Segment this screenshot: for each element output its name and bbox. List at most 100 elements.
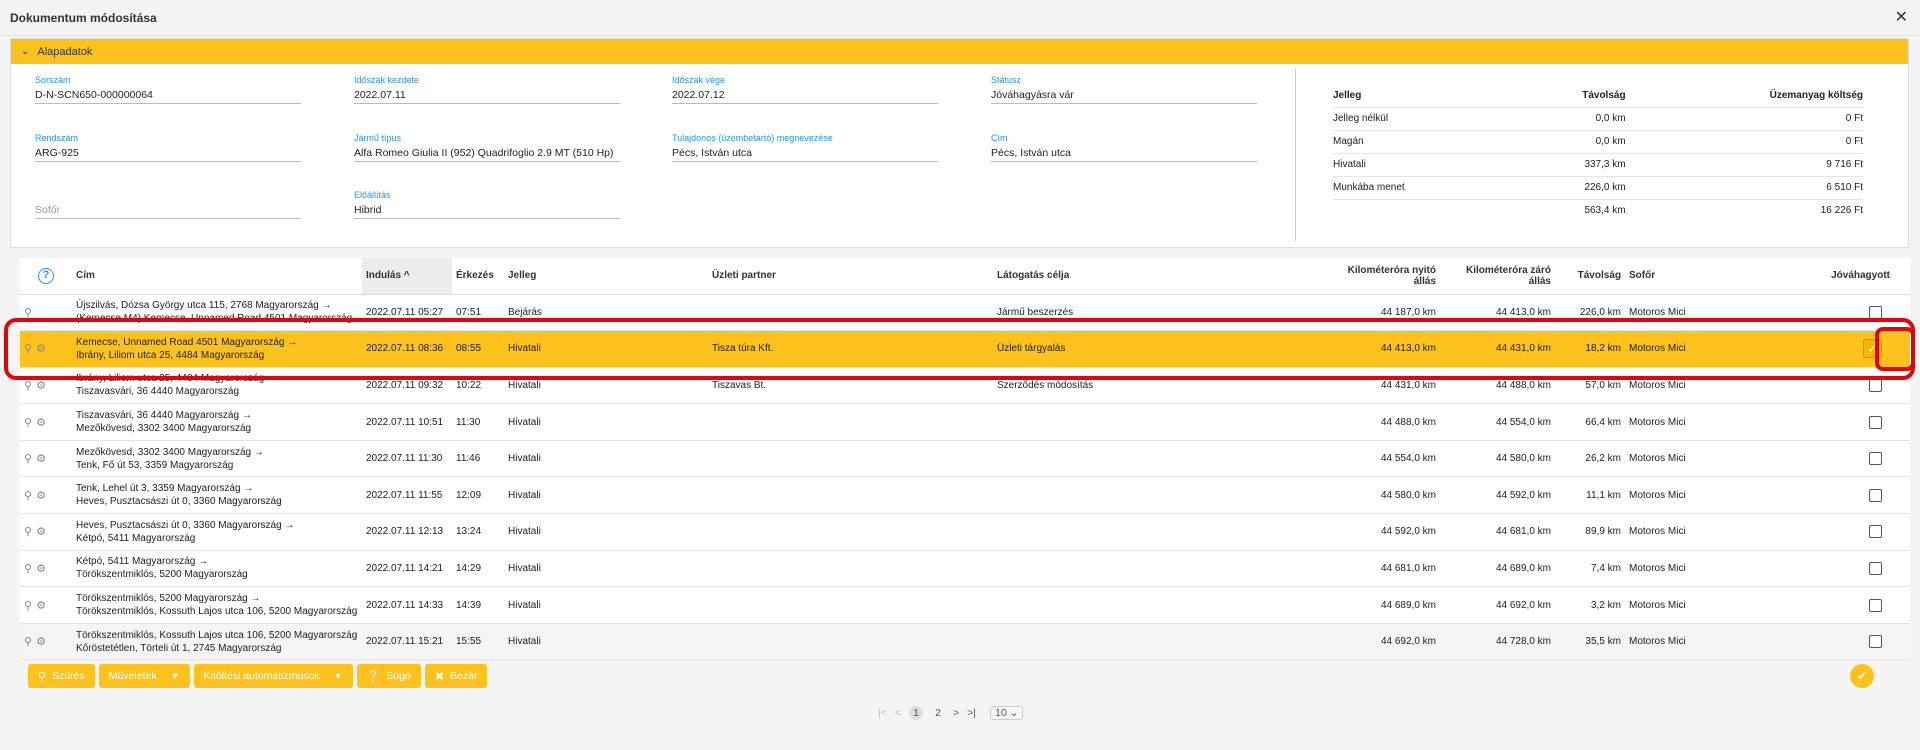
col-type[interactable]: Jelleg [504,258,708,295]
map-pin-icon[interactable]: ⚲ [24,417,32,429]
col-distance[interactable]: Távolság [1555,258,1625,295]
actions-button[interactable]: Műveletek ▼ [98,664,190,688]
map-pin-icon[interactable]: ⚲ [24,343,32,355]
owner-value[interactable]: Pécs, István utca [672,145,938,162]
table-row[interactable]: ⚲ ⚙ Kemecse, Unnamed Road 4501 Magyarorszá… [20,330,1910,368]
odo-close-cell: 44 580,0 km [1440,440,1555,478]
period-start-field[interactable]: Időszak kezdete 2022.07.11 [354,75,620,104]
summary-cell: 9 716 Ft [1625,152,1863,176]
next-page-icon[interactable]: > [953,707,959,719]
map-pin-icon[interactable]: ⚲ [24,636,32,648]
approved-checkbox[interactable] [1869,305,1882,319]
approved-checkbox[interactable] [1869,415,1882,429]
page-size-select[interactable]: 10 ⌄ [990,706,1024,720]
map-pin-icon[interactable]: ⚲ [24,453,32,465]
chevron-down-icon: ▼ [170,671,180,681]
col-start[interactable]: Indulás ^ [362,258,452,295]
gear-icon[interactable]: ⚙ [36,490,46,502]
address-value[interactable]: Pécs, István utca [991,145,1257,162]
driver-field[interactable]: Sofőr [35,190,301,219]
status-field[interactable]: Státusz Jóváhagyásra vár [991,75,1257,104]
gear-icon[interactable]: ⚙ [36,453,46,465]
vehicle-type-value[interactable]: Alfa Romeo Giulia II (952) Quadrifoglio … [354,145,620,162]
period-end-field[interactable]: Időszak vége 2022.07.12 [672,75,938,104]
status-value[interactable]: Jóváhagyásra vár [991,87,1257,104]
col-odo-close[interactable]: Kilométeróra záró állás [1440,258,1555,295]
address-to: Heves, Pusztacsászi út 0, 3360 Magyarors… [76,496,282,508]
table-row[interactable]: ⚲ ⚙ Tiszavasvári, 36 4440 Magyarország → Me… [20,403,1910,441]
owner-field[interactable]: Tulajdonos (üzembetartó) megnevezése Péc… [672,133,938,162]
approved-checkbox[interactable] [1869,452,1882,466]
approved-checkbox[interactable] [1869,525,1882,539]
map-pin-icon[interactable]: ⚲ [24,563,32,575]
period-start-value[interactable]: 2022.07.11 [354,87,620,104]
col-address[interactable]: Cím [72,258,362,295]
approved-checkbox[interactable] [1869,378,1882,392]
col-driver[interactable]: Sofőr [1625,258,1765,295]
close-icon[interactable]: ✕ [1895,7,1908,27]
approved-checkbox[interactable]: ✓ [1863,339,1882,359]
address-field[interactable]: Cím Pécs, István utca [991,133,1257,162]
table-row[interactable]: ⚲ ⚙ Mezőkövesd, 3302 3400 Magyarország → Te… [20,440,1910,478]
col-partner[interactable]: Üzleti partner [708,258,993,295]
gear-icon[interactable]: ⚙ [36,417,46,429]
help-icon-header[interactable]: ? [20,258,72,295]
help-button[interactable]: ❔ Súgó [356,664,421,688]
sorszam-field[interactable]: Sorszám D-N-SCN650-000000064 [35,75,301,104]
vehicle-type-field[interactable]: Jármű típus Alfa Romeo Giulia II (952) Q… [354,133,620,162]
period-end-value[interactable]: 2022.07.12 [672,87,938,104]
gear-icon[interactable]: ⚙ [36,343,46,355]
table-row[interactable]: ⚲ ⚙ Törökszentmiklós, 5200 Magyarország → T… [20,586,1910,624]
gear-icon[interactable]: ⚙ [36,636,46,648]
sorszam-value[interactable]: D-N-SCN650-000000064 [35,87,301,104]
last-page-icon[interactable]: >| [967,707,976,719]
table-row[interactable]: ⚲ ⚙ Tenk, Lehel út 3, 3359 Magyarország → H… [20,476,1910,515]
gear-icon[interactable]: ⚙ [36,526,46,538]
fuel-type-field[interactable]: Előállítás Hibrid [354,190,620,219]
plate-value[interactable]: ARG-925 [35,145,301,162]
type-cell: Bejárás [504,294,708,332]
filter-button[interactable]: ⚲ Szűrés [28,664,95,688]
approved-checkbox[interactable] [1869,488,1882,502]
col-end[interactable]: Érkezés [452,258,504,295]
driver-placeholder[interactable]: Sofőr [35,202,301,219]
col-approved[interactable]: Jóváhagyott [1765,258,1910,295]
approved-checkbox[interactable] [1869,635,1882,649]
fuel-type-value[interactable]: Hibrid [354,202,620,219]
page-number[interactable]: 2 [931,706,945,720]
page-number[interactable]: 1 [909,706,923,720]
end-cell: 11:30 [452,403,504,441]
map-pin-icon[interactable]: ⚲ [24,490,32,502]
summary-cell: 0,0 km [1515,106,1626,130]
autofill-button[interactable]: Kitöltési automatizmusok ▼ [193,664,353,688]
approved-checkbox[interactable] [1869,598,1882,612]
distance-cell: 226,0 km [1555,294,1625,332]
col-odo-open[interactable]: Kilométeróra nyitó állás [1323,258,1440,295]
prev-page-icon[interactable]: < [895,707,901,719]
close-button[interactable]: ✖ Bezár [424,664,488,688]
first-page-icon[interactable]: |< [878,707,887,719]
map-pin-icon[interactable]: ⚲ [24,380,32,392]
table-row[interactable]: ⚲ ⚙ Heves, Pusztacsászi út 0, 3360 Magyaro… [20,513,1910,551]
plate-field[interactable]: Rendszám ARG-925 [35,133,301,162]
table-row[interactable]: ⚲ ⚙ Ibrány, Liliom utca 25, 4484 Magyarors… [20,367,1910,405]
table-row[interactable]: ⚲ ⚙ Törökszentmiklós, Kossuth Lajos utca 1… [20,623,1910,661]
table-row[interactable]: ⚲ Újszilvás, Dózsa György utca 115, 2768 … [20,294,1910,332]
end-cell: 14:39 [452,586,504,624]
map-pin-icon[interactable]: ⚲ [24,526,32,538]
approve-all-button[interactable]: ✔ [1850,664,1874,688]
gear-icon[interactable]: ⚙ [36,563,46,575]
col-purpose[interactable]: Látogatás célja [993,258,1323,295]
gear-icon[interactable]: ⚙ [36,600,46,612]
table-row[interactable]: ⚲ ⚙ Kétpó, 5411 Magyarország → Törökszentmi… [20,550,1910,588]
purpose-cell [993,513,1323,551]
summary-total-row: 563,4 km 16 226 Ft [1333,198,1863,222]
approved-checkbox[interactable] [1869,561,1882,575]
map-pin-icon[interactable]: ⚲ [24,307,32,319]
map-pin-icon[interactable]: ⚲ [24,600,32,612]
end-cell: 11:46 [452,440,504,478]
panel-header[interactable]: ⌄ Alapadatok [11,39,1908,64]
driver-cell: Motoros Mici [1625,367,1765,405]
gear-icon[interactable]: ⚙ [36,380,46,392]
help-icon[interactable]: ? [38,267,54,284]
